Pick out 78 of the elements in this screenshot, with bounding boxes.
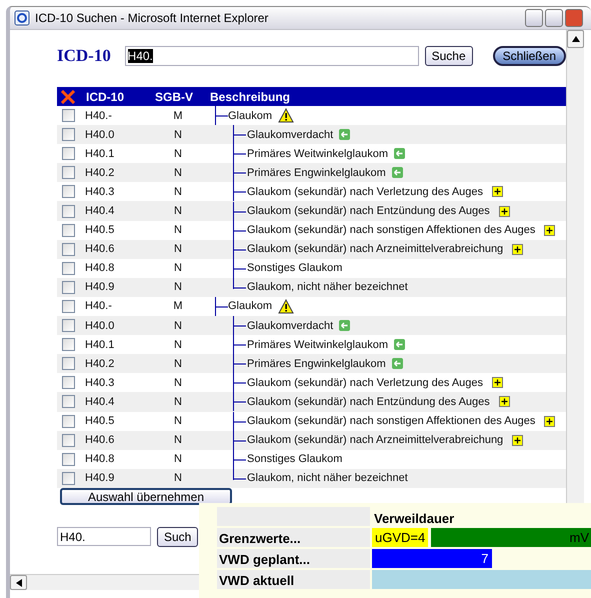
code-cell-text: H40.0: [85, 128, 116, 141]
description-cell: Glaukom (sekundär) nach sonstigen Affektionen des Auges: [247, 415, 536, 428]
code-cell-text: H40.0: [85, 320, 116, 332]
row-label: VWD geplant...: [217, 549, 370, 568]
code-cell-text: H40.3: [85, 376, 116, 389]
search-field[interactable]: H40.: [124, 46, 419, 66]
column-header: SGB-V: [154, 90, 194, 104]
column-header: Beschreibung: [209, 90, 292, 104]
search-button[interactable]: Such: [157, 526, 198, 547]
row-label: VWD aktuell: [217, 570, 370, 589]
page-heading: ICD-10: [57, 46, 112, 66]
code-cell-text: H40.2: [85, 166, 116, 179]
apply-selection-button[interactable]: Auswahl übernehmen: [60, 488, 232, 505]
description-cell: Glaukomverdacht: [247, 320, 334, 332]
sgb-cell-text: N: [173, 396, 183, 408]
description-cell: Glaukom, nicht näher bezeichnet: [247, 281, 408, 294]
sgb-cell-text: N: [173, 338, 183, 351]
description-cell: Glaukom: [228, 110, 272, 122]
code-cell-text: H40.6: [85, 434, 116, 446]
sgb-cell-text: M: [172, 300, 184, 312]
code-cell-text: H40.9: [85, 281, 116, 294]
description-cell: Sonstiges Glaukom: [247, 453, 342, 466]
sgb-cell-text: N: [173, 205, 183, 218]
sgb-cell-text: N: [173, 186, 183, 198]
code-cell-text: H40.4: [85, 205, 116, 218]
description-cell: Glaukom (sekundär) nach Verletzung des Auges: [247, 186, 484, 198]
description-cell: Glaukom (sekundär) nach Entzündung des Auges: [247, 205, 490, 218]
description-cell: Primäres Engwinkelglaukom: [247, 166, 386, 179]
code-cell-text: H40.8: [85, 453, 116, 466]
code-cell-text: H40.5: [85, 415, 116, 428]
sgb-cell-text: N: [173, 376, 183, 389]
description-cell: Glaukom (sekundär) nach Arzneimittelverabreichung: [247, 434, 504, 446]
code-cell-text: H40.-: [85, 110, 113, 122]
sgb-cell-text: M: [172, 110, 184, 122]
code-cell-text: H40.9: [85, 472, 116, 484]
search-button[interactable]: Suche: [424, 46, 473, 66]
column-header: ICD-10: [86, 90, 126, 104]
code-cell-text: H40.-: [85, 300, 113, 312]
code-cell-text: H40.2: [85, 358, 116, 370]
upper-limit-bar: mV: [431, 528, 591, 547]
column-heading: Verweildauer: [373, 510, 456, 526]
sgb-cell-text: N: [173, 434, 183, 446]
description-cell: Primäres Weitwinkelglaukom: [247, 338, 388, 351]
sgb-cell-text: N: [173, 148, 183, 160]
code-field[interactable]: H40.: [57, 527, 151, 546]
duration-bar: 7: [372, 549, 492, 568]
description-cell: Glaukom (sekundär) nach Arzneimittelverabreichung: [247, 243, 504, 256]
description-cell: Primäres Engwinkelglaukom: [247, 358, 386, 370]
code-cell-text: H40.8: [85, 262, 116, 274]
sgb-cell-text: N: [173, 415, 183, 428]
code-cell-text: H40.5: [85, 224, 116, 236]
description-cell: Glaukom (sekundär) nach Entzündung des Auges: [247, 396, 490, 408]
sgb-cell-text: N: [173, 281, 183, 294]
sgb-cell-text: N: [173, 320, 183, 332]
sgb-cell-text: N: [173, 166, 183, 179]
sgb-cell-text: N: [173, 358, 183, 370]
sgb-cell-text: N: [173, 128, 183, 141]
code-cell-text: H40.6: [85, 243, 116, 256]
lower-limit-bar: uGVD=4: [372, 528, 428, 547]
description-cell: Glaukom (sekundär) nach Verletzung des Auges: [247, 376, 484, 389]
code-cell-text: H40.1: [85, 148, 116, 160]
code-cell-text: H40.3: [85, 186, 116, 198]
sgb-cell-text: N: [173, 472, 183, 484]
row-label: Grenzwerte...: [217, 528, 370, 547]
code-cell-text: H40.4: [85, 396, 116, 408]
description-cell: Sonstiges Glaukom: [247, 262, 342, 274]
description-cell: Glaukom: [228, 300, 272, 312]
sgb-cell-text: N: [173, 453, 183, 466]
description-cell: Glaukom (sekundär) nach sonstigen Affektionen des Auges: [247, 224, 536, 236]
sgb-cell-text: N: [173, 224, 183, 236]
sgb-cell-text: N: [173, 243, 183, 256]
description-cell: Primäres Weitwinkelglaukom: [247, 148, 388, 160]
code-cell-text: H40.1: [85, 338, 116, 351]
sgb-cell-text: N: [173, 262, 183, 274]
description-cell: Glaukomverdacht: [247, 128, 334, 141]
description-cell: Glaukom, nicht näher bezeichnet: [247, 472, 408, 484]
close-page-button[interactable]: Schließen: [492, 46, 566, 66]
window-title: ICD-10 Suchen - Microsoft Internet Explorer: [35, 11, 268, 25]
